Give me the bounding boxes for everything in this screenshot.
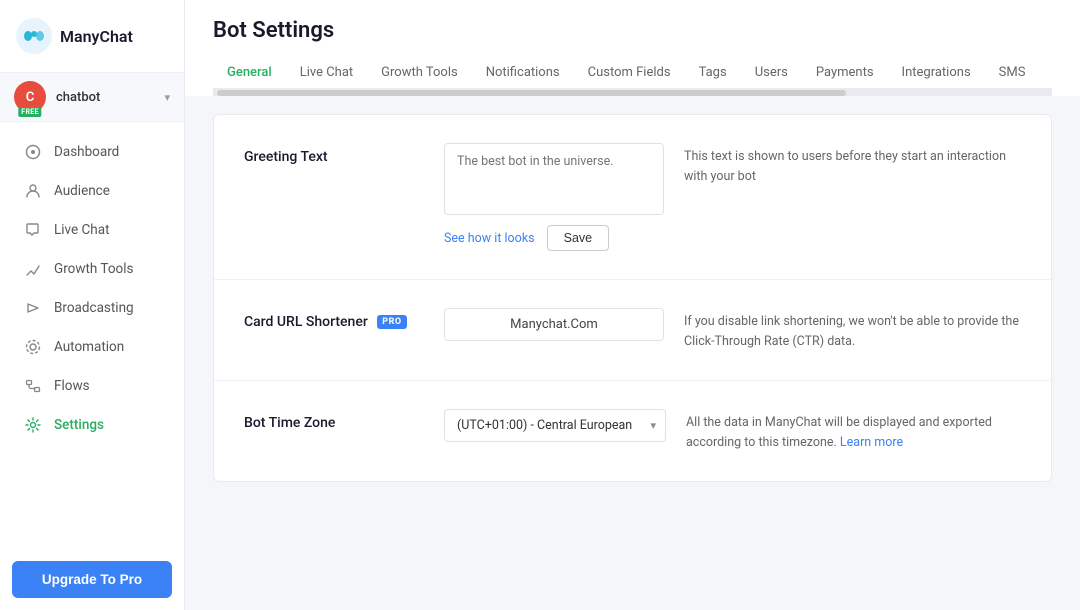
tab-notifications[interactable]: Notifications bbox=[472, 57, 574, 90]
sidebar-item-label: Live Chat bbox=[54, 222, 110, 238]
sidebar-item-growth-tools[interactable]: Growth Tools bbox=[6, 250, 178, 288]
sidebar-item-label: Settings bbox=[54, 417, 104, 433]
audience-icon bbox=[24, 182, 42, 200]
logo-area[interactable]: ManyChat bbox=[0, 0, 184, 72]
account-selector[interactable]: C FREE chatbot ▾ bbox=[0, 72, 184, 122]
tab-sms[interactable]: SMS bbox=[985, 57, 1040, 90]
flows-icon bbox=[24, 377, 42, 395]
sidebar-item-label: Growth Tools bbox=[54, 261, 133, 277]
free-badge: FREE bbox=[18, 107, 41, 117]
timezone-label: Bot Time Zone bbox=[244, 409, 424, 431]
tab-payments[interactable]: Payments bbox=[802, 57, 888, 90]
sidebar-item-label: Broadcasting bbox=[54, 300, 134, 316]
sidebar-item-label: Dashboard bbox=[54, 144, 119, 160]
greeting-text-description: This text is shown to users before they … bbox=[684, 143, 1021, 187]
url-input-wrap bbox=[444, 308, 664, 341]
greeting-text-actions: See how it looks Save bbox=[444, 225, 664, 251]
sidebar-item-label: Automation bbox=[54, 339, 124, 355]
sidebar-item-label: Audience bbox=[54, 183, 110, 199]
sidebar-item-settings[interactable]: Settings bbox=[6, 406, 178, 444]
learn-more-link[interactable]: Learn more bbox=[840, 435, 903, 450]
tab-email[interactable]: Email bbox=[1039, 57, 1052, 90]
content-area: Greeting Text See how it looks Save This… bbox=[185, 96, 1080, 610]
timezone-select[interactable]: (UTC+01:00) - Central European (UTC+00:0… bbox=[444, 409, 666, 442]
livechat-icon bbox=[24, 221, 42, 239]
greeting-text-row: Greeting Text See how it looks Save This… bbox=[214, 115, 1051, 280]
see-how-it-looks-link[interactable]: See how it looks bbox=[444, 231, 535, 246]
chevron-down-icon: ▾ bbox=[164, 91, 170, 104]
manychat-logo-icon bbox=[16, 18, 52, 54]
sidebar-item-dashboard[interactable]: Dashboard bbox=[6, 133, 178, 171]
logo-text: ManyChat bbox=[60, 27, 133, 46]
sidebar: ManyChat C FREE chatbot ▾ Dashboard Audi… bbox=[0, 0, 185, 610]
tab-integrations[interactable]: Integrations bbox=[888, 57, 985, 90]
broadcasting-icon bbox=[24, 299, 42, 317]
tab-scrollbar[interactable] bbox=[213, 90, 1052, 96]
greeting-text-control: See how it looks Save bbox=[444, 143, 664, 251]
dashboard-icon bbox=[24, 143, 42, 161]
sidebar-item-broadcasting[interactable]: Broadcasting bbox=[6, 289, 178, 327]
sidebar-item-flows[interactable]: Flows bbox=[6, 367, 178, 405]
greeting-text-label: Greeting Text bbox=[244, 143, 424, 165]
timezone-control: (UTC+01:00) - Central European (UTC+00:0… bbox=[444, 409, 666, 442]
sidebar-item-automation[interactable]: Automation bbox=[6, 328, 178, 366]
card-url-label: Card URL Shortener PRO bbox=[244, 308, 424, 330]
main-header: Bot Settings General Live Chat Growth To… bbox=[185, 0, 1080, 96]
tab-custom-fields[interactable]: Custom Fields bbox=[574, 57, 685, 90]
avatar: C FREE bbox=[14, 81, 46, 113]
sidebar-item-label: Flows bbox=[54, 378, 90, 394]
timezone-row: Bot Time Zone (UTC+01:00) - Central Euro… bbox=[214, 381, 1051, 481]
settings-card: Greeting Text See how it looks Save This… bbox=[213, 114, 1052, 482]
tab-live-chat[interactable]: Live Chat bbox=[286, 57, 367, 90]
url-input[interactable] bbox=[445, 309, 663, 340]
tab-general[interactable]: General bbox=[213, 57, 286, 90]
settings-icon bbox=[24, 416, 42, 434]
main-content: Bot Settings General Live Chat Growth To… bbox=[185, 0, 1080, 610]
upgrade-button[interactable]: Upgrade To Pro bbox=[12, 561, 172, 598]
tab-growth-tools[interactable]: Growth Tools bbox=[367, 57, 472, 90]
tab-bar: General Live Chat Growth Tools Notificat… bbox=[213, 57, 1052, 90]
greeting-save-button[interactable]: Save bbox=[547, 225, 610, 251]
tab-users[interactable]: Users bbox=[741, 57, 802, 90]
tab-tags[interactable]: Tags bbox=[685, 57, 741, 90]
card-url-row: Card URL Shortener PRO If you disable li… bbox=[214, 280, 1051, 381]
greeting-text-input[interactable] bbox=[444, 143, 664, 215]
tab-scrollbar-thumb bbox=[217, 90, 846, 96]
sidebar-item-audience[interactable]: Audience bbox=[6, 172, 178, 210]
card-url-control bbox=[444, 308, 664, 341]
pro-badge: PRO bbox=[377, 315, 406, 329]
sidebar-item-livechat[interactable]: Live Chat bbox=[6, 211, 178, 249]
page-title: Bot Settings bbox=[213, 18, 1052, 43]
automation-icon bbox=[24, 338, 42, 356]
account-name: chatbot bbox=[56, 90, 154, 105]
card-url-description: If you disable link shortening, we won't… bbox=[684, 308, 1021, 352]
timezone-select-wrap: (UTC+01:00) - Central European (UTC+00:0… bbox=[444, 409, 666, 442]
sidebar-nav: Dashboard Audience Live Chat Growth Tool… bbox=[0, 122, 184, 549]
growth-tools-icon bbox=[24, 260, 42, 278]
timezone-description: All the data in ManyChat will be display… bbox=[686, 409, 1021, 453]
